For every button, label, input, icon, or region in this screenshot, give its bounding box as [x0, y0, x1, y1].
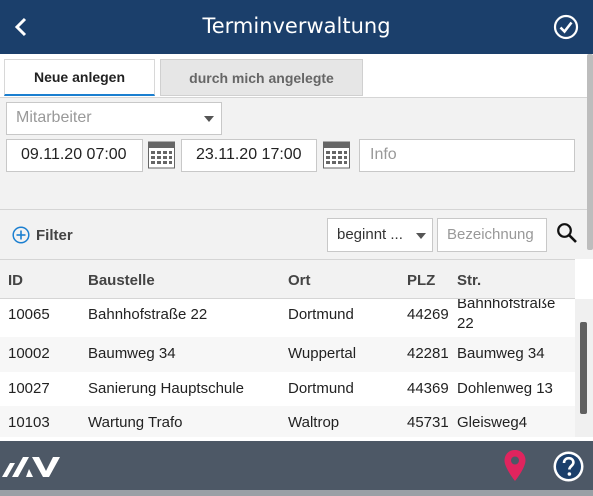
cell-id: 10027 [8, 380, 50, 397]
cell-plz: 42281 [407, 345, 449, 362]
tab-neue-anlegen[interactable]: Neue anlegen [4, 59, 155, 96]
cell-id: 10103 [8, 414, 50, 431]
search-icon[interactable] [556, 222, 578, 244]
dropdown-arrow-icon [204, 116, 214, 122]
mitarbeiter-placeholder: Mitarbeiter [16, 109, 92, 126]
cell-plz: 45731 [407, 414, 449, 431]
app-header: Terminverwaltung [0, 0, 593, 54]
cell-baustelle: Sanierung Hauptschule [88, 380, 244, 397]
table-row[interactable]: 10065 Bahnhofstraße 22 Dortmund 44269 Ba… [0, 299, 575, 337]
footer-bar [0, 441, 593, 496]
dropdown-arrow-icon [416, 233, 426, 239]
table-body: 10065 Bahnhofstraße 22 Dortmund 44269 Ba… [0, 299, 575, 437]
cell-ort: Waltrop [288, 414, 340, 431]
table-row[interactable]: 10027 Sanierung Hauptschule Dortmund 443… [0, 372, 575, 406]
page-scrollbar[interactable] [587, 54, 593, 250]
cell-plz: 44369 [407, 380, 449, 397]
cell-baustelle: Baumweg 34 [88, 345, 176, 362]
mitarbeiter-select[interactable]: Mitarbeiter [6, 102, 222, 135]
cell-str: Bahnhofstraße [457, 299, 556, 312]
date-to-field[interactable]: 23.11.20 17:00 [181, 139, 317, 172]
cell-ort: Dortmund [288, 306, 354, 323]
info-field[interactable]: Info [359, 139, 575, 172]
tab-durch-mich-angelegte[interactable]: durch mich angelegte [160, 59, 363, 96]
tab-bar: Neue anlegen durch mich angelegte [0, 54, 593, 98]
check-circle-icon[interactable] [553, 14, 579, 40]
appointment-form: Mitarbeiter 09.11.20 07:00 23.11.20 17:0… [0, 97, 593, 209]
table-header: ID Baustelle Ort PLZ Str. [0, 259, 575, 299]
cell-id: 10002 [8, 345, 50, 362]
match-mode-value: beginnt ... [337, 226, 403, 243]
filter-label: Filter [36, 226, 73, 244]
cell-baustelle: Wartung Trafo [88, 414, 183, 431]
help-icon[interactable] [552, 450, 585, 483]
plus-circle-icon [12, 226, 30, 244]
column-header-id[interactable]: ID [8, 272, 23, 289]
map-pin-icon[interactable] [503, 449, 527, 483]
table-scrollbar-thumb[interactable] [580, 322, 587, 414]
company-logo [2, 457, 60, 477]
footer-strip [0, 490, 593, 496]
table-row[interactable]: 10002 Baumweg 34 Wuppertal 42281 Baumweg… [0, 337, 575, 372]
date-from-field[interactable]: 09.11.20 07:00 [6, 139, 143, 172]
calendar-icon[interactable] [148, 141, 175, 169]
bezeichnung-search-input[interactable]: Bezeichnung [437, 218, 547, 252]
cell-str: Dohlenweg 13 [457, 380, 553, 397]
column-header-baustelle[interactable]: Baustelle [88, 272, 155, 289]
cell-str: Baumweg 34 [457, 345, 545, 362]
table-row[interactable]: 10103 Wartung Trafo Waltrop 45731 Gleisw… [0, 406, 575, 437]
cell-ort: Wuppertal [288, 345, 357, 362]
cell-ort: Dortmund [288, 380, 354, 397]
cell-plz: 44269 [407, 306, 449, 323]
cell-id: 10065 [8, 306, 50, 323]
filter-bar: Filter beginnt ... Bezeichnung [0, 209, 593, 259]
match-mode-select[interactable]: beginnt ... [327, 218, 433, 252]
column-header-str[interactable]: Str. [457, 272, 481, 289]
column-header-plz[interactable]: PLZ [407, 272, 435, 289]
column-header-ort[interactable]: Ort [288, 272, 311, 289]
page-title: Terminverwaltung [202, 14, 391, 38]
cell-baustelle: Bahnhofstraße 22 [88, 306, 208, 323]
calendar-icon[interactable] [323, 141, 350, 169]
cell-str-line2: 22 [457, 315, 474, 332]
cell-str: Gleisweg4 [457, 414, 528, 431]
filter-button[interactable]: Filter [12, 226, 73, 244]
